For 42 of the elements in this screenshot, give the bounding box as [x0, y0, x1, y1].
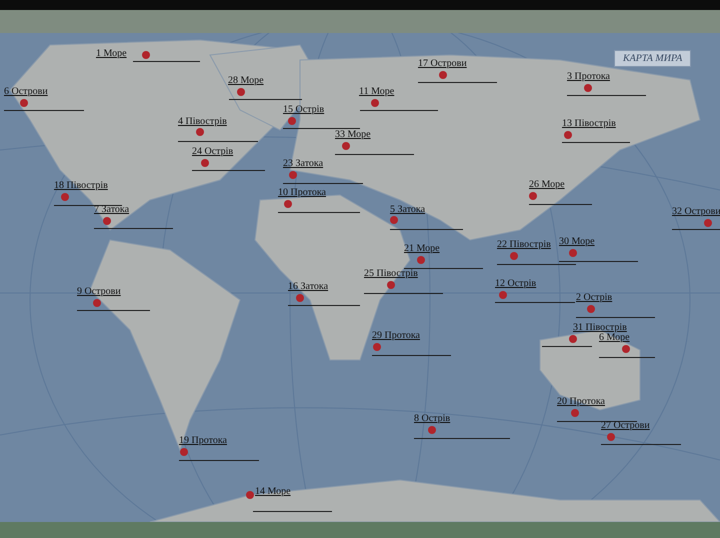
map-label: 26 Море — [529, 179, 565, 191]
map-label: 30 Море — [559, 236, 595, 248]
fill-in-line — [562, 142, 630, 143]
map-label: 29 Протока — [372, 330, 420, 342]
fill-in-line — [288, 305, 360, 306]
fill-in-line — [54, 205, 122, 206]
map-label: 21 Море — [404, 243, 440, 255]
map-title: КАРТА МИРА — [614, 50, 692, 67]
map-label: 15 Острів — [283, 104, 324, 116]
map-label: 8 Острів — [414, 413, 450, 425]
fill-in-line — [542, 346, 592, 347]
map-label: 4 Півострів — [178, 116, 227, 128]
fill-in-line — [529, 204, 592, 205]
map-label: 27 Острови — [601, 420, 650, 432]
fill-in-line — [672, 229, 720, 230]
map-label: 9 Острови — [77, 286, 121, 298]
map-label: 10 Протока — [278, 187, 326, 199]
map-label: 24 Острів — [192, 146, 234, 158]
map-label: 33 Море — [335, 129, 371, 141]
map-label: 5 Затока — [390, 204, 426, 216]
map-label: 17 Острови — [418, 58, 467, 70]
map-label: 7 Затока — [94, 204, 130, 216]
map-label: 28 Море — [228, 75, 264, 87]
map-label: 2 Острів — [576, 292, 612, 304]
map-label: 31 Півострів — [573, 322, 627, 333]
fill-in-line — [599, 357, 655, 358]
map-label: 6 Острови — [4, 86, 48, 98]
map-label: 14 Море — [255, 486, 291, 498]
map-label: 22 Півострів — [497, 239, 551, 251]
map-label: 6 Море — [599, 332, 630, 344]
map-label: 20 Протока — [557, 396, 605, 408]
map-label: 11 Море — [359, 86, 394, 98]
map-label: 18 Півострів — [54, 180, 108, 192]
map-label: 12 Острів — [495, 278, 536, 290]
map-label: 13 Півострів — [562, 118, 616, 130]
map-label: 16 Затока — [288, 281, 328, 293]
map-label: 25 Півострів — [364, 268, 418, 280]
map-label: 23 Затока — [283, 158, 324, 170]
fill-in-line — [133, 61, 200, 62]
map-label: 1 Море — [96, 48, 127, 60]
map-label: 19 Протока — [179, 435, 227, 447]
map-label: 3 Протока — [567, 71, 610, 83]
